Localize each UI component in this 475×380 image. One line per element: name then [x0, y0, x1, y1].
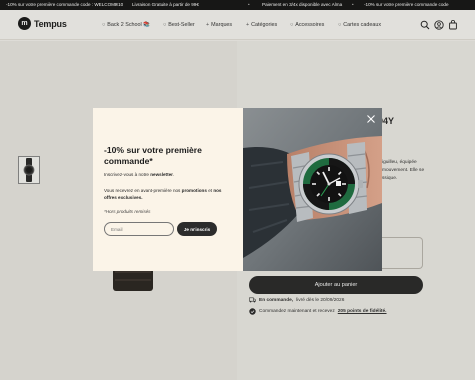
modal-title: -10% sur votre première commande* — [104, 145, 202, 166]
modal-subtitle: Inscrivez-vous à notre newsletter. — [104, 172, 175, 177]
modal-description: Vous recevrez en avant-première nos prom… — [104, 188, 222, 200]
modal-image — [243, 108, 382, 271]
watch-on-wrist-image — [243, 108, 382, 271]
modal-disclaimer: *Hors produits remisés — [104, 209, 151, 214]
subscribe-button[interactable]: Je m'inscris — [177, 222, 217, 236]
newsletter-modal: -10% sur votre première commande* Inscri… — [93, 108, 382, 271]
close-icon[interactable] — [366, 114, 376, 124]
email-field[interactable] — [104, 222, 174, 236]
modal-content: -10% sur votre première commande* Inscri… — [93, 108, 243, 271]
